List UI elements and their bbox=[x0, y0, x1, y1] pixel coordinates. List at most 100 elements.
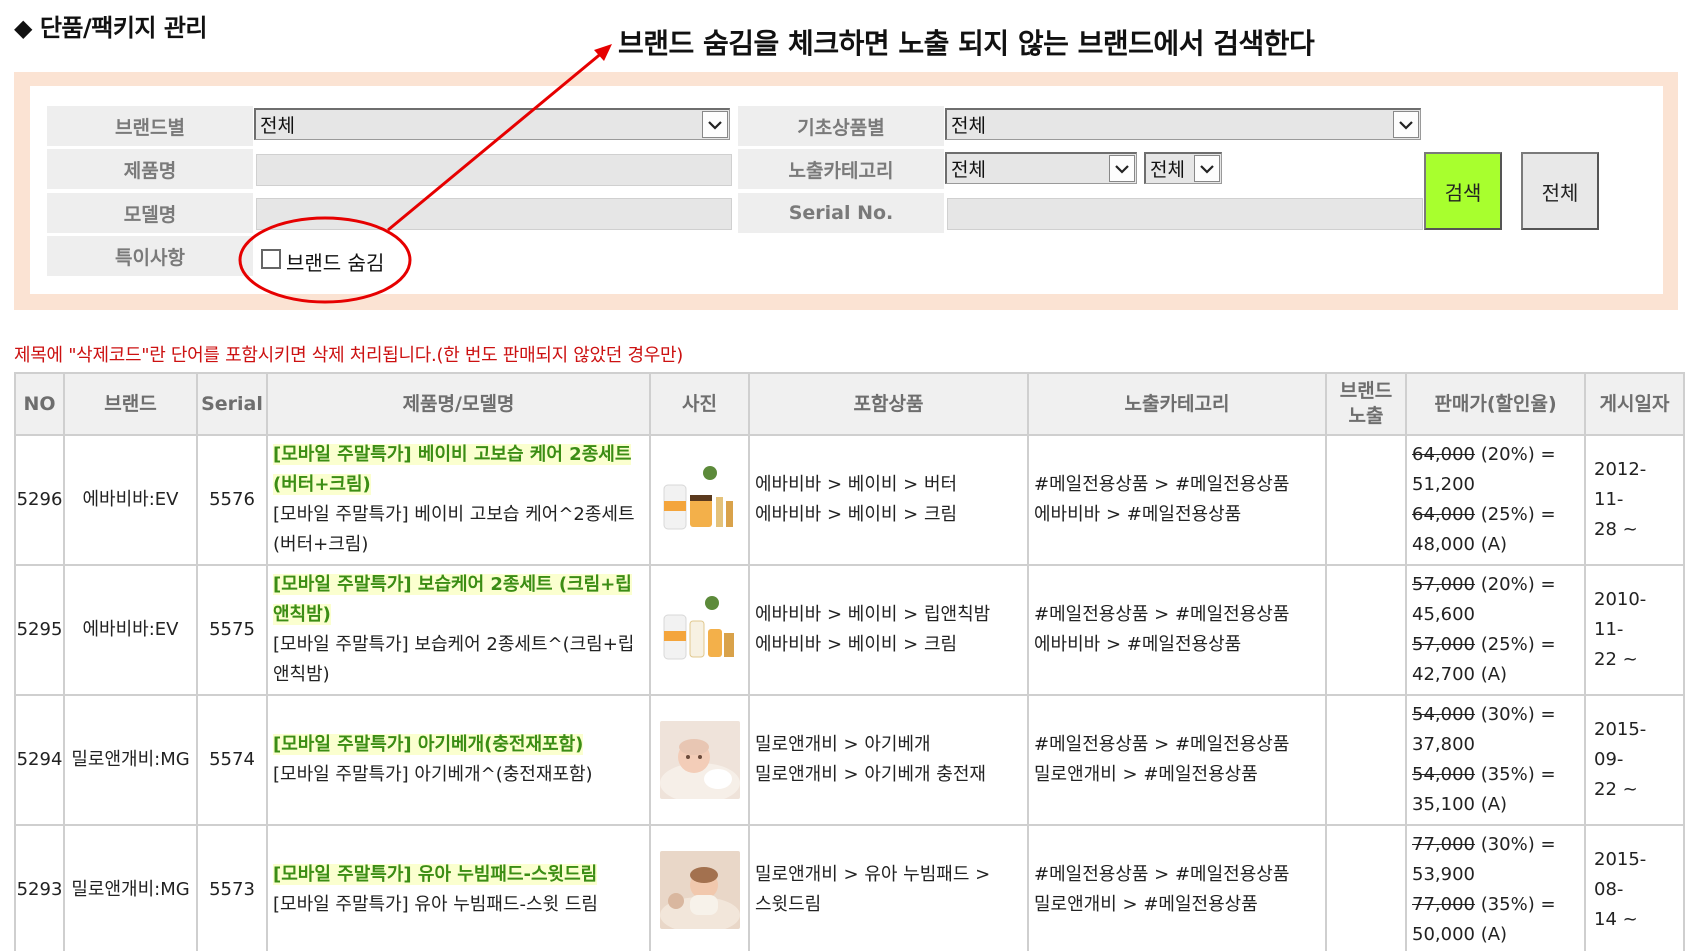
product-thumbnail[interactable] bbox=[659, 851, 740, 929]
included-item: 에바비바 > 베이비 > 립앤칙밤 bbox=[755, 604, 991, 625]
included-item: 밀로앤개비 > 아기베개 bbox=[755, 734, 931, 755]
original-price: 57,000 bbox=[1412, 574, 1475, 595]
exposure-category-select-1[interactable]: 전체 bbox=[945, 152, 1137, 184]
row-serial: 5573 bbox=[196, 824, 268, 951]
col-header-brand-exposure-line2: 노출 bbox=[1348, 405, 1384, 427]
search-button[interactable]: 검색 bbox=[1424, 152, 1502, 230]
col-header-brand-exposure-line1: 브랜드 bbox=[1339, 380, 1393, 402]
row-name-cell: [모바일 주말특가] 유아 누빔패드-스윗드림 [모바일 주말특가] 유아 누빔… bbox=[266, 824, 651, 951]
product-thumbnail[interactable] bbox=[659, 591, 740, 669]
sale-price: 50,000 (A) bbox=[1412, 924, 1508, 945]
chevron-down-icon[interactable] bbox=[1109, 155, 1135, 182]
row-posted: 2010-11- 22 ~ bbox=[1584, 564, 1685, 696]
posted-date-suffix: 14 ~ bbox=[1594, 909, 1638, 930]
table-row[interactable]: 5293 밀로앤개비:MG 5573 [모바일 주말특가] 유아 누빔패드-스윗… bbox=[14, 824, 1685, 951]
hide-brand-label[interactable]: 브랜드 숨김 bbox=[286, 247, 384, 276]
row-name-cell: [모바일 주말특가] 보습케어 2종세트 (크림+립앤칙밤) [모바일 주말특가… bbox=[266, 564, 651, 696]
exposure-category-select-2[interactable]: 전체 bbox=[1144, 152, 1222, 184]
original-price: 77,000 bbox=[1412, 834, 1475, 855]
included-item: 에바비바 > 베이비 > 크림 bbox=[755, 634, 958, 655]
table-header-row: NO 브랜드 Serial 제품명/모델명 사진 포함상품 노출카테고리 브랜드… bbox=[14, 372, 1685, 436]
serial-no-label: Serial No. bbox=[738, 193, 944, 233]
original-price: 54,000 bbox=[1412, 704, 1475, 725]
posted-date-suffix: 22 ~ bbox=[1594, 779, 1638, 800]
original-price: 64,000 bbox=[1412, 444, 1475, 465]
row-no: 5295 bbox=[14, 564, 65, 696]
model-name-input[interactable] bbox=[256, 198, 732, 230]
table-row[interactable]: 5295 에바비바:EV 5575 [모바일 주말특가] 보습케어 2종세트 (… bbox=[14, 564, 1685, 696]
row-no: 5296 bbox=[14, 434, 65, 566]
sale-price: 45,600 bbox=[1412, 604, 1475, 625]
original-price: 54,000 bbox=[1412, 764, 1475, 785]
product-name-label: 제품명 bbox=[47, 149, 253, 189]
product-name-link[interactable]: [모바일 주말특가] 보습케어 2종세트 (크림+립앤칙밤) bbox=[273, 574, 632, 625]
product-name-link[interactable]: [모바일 주말특가] 아기베개(충전재포함) bbox=[273, 734, 584, 755]
posted-date: 2015-09- bbox=[1594, 719, 1647, 770]
row-brand-exposure bbox=[1325, 434, 1407, 566]
model-name: [모바일 주말특가] 유아 누빔패드-스윗 드림 bbox=[273, 894, 598, 915]
category-item: 에바비바 > #메일전용상품 bbox=[1034, 504, 1242, 525]
row-serial: 5574 bbox=[196, 694, 268, 826]
row-posted: 2015-08- 14 ~ bbox=[1584, 824, 1685, 951]
posted-date-suffix: 22 ~ bbox=[1594, 649, 1638, 670]
col-header-no: NO bbox=[14, 372, 65, 436]
chevron-down-icon[interactable] bbox=[1393, 111, 1419, 138]
col-header-name: 제품명/모델명 bbox=[266, 372, 651, 436]
row-brand-exposure bbox=[1325, 564, 1407, 696]
category-item: 밀로앤개비 > #메일전용상품 bbox=[1034, 894, 1258, 915]
posted-date: 2010-11- bbox=[1594, 589, 1647, 640]
model-name: [모바일 주말특가] 베이비 고보습 케어^2종세트 (버터+크림) bbox=[273, 504, 635, 555]
base-product-filter-label: 기초상품별 bbox=[738, 106, 944, 146]
product-thumbnail[interactable] bbox=[659, 461, 740, 539]
sale-price: 35,100 (A) bbox=[1412, 794, 1508, 815]
row-included: 에바비바 > 베이비 > 버터 에바비바 > 베이비 > 크림 bbox=[748, 434, 1029, 566]
base-product-select[interactable]: 전체 bbox=[945, 108, 1421, 140]
product-name-link[interactable]: [모바일 주말특가] 베이비 고보습 케어 2종세트 (버터+크림) bbox=[273, 444, 632, 495]
delete-code-notice: 제목에 "삭제코드"란 단어를 포함시키면 삭제 처리됩니다.(한 번도 판매되… bbox=[14, 345, 683, 366]
base-product-select-value: 전체 bbox=[951, 115, 986, 137]
row-brand-exposure bbox=[1325, 694, 1407, 826]
row-photo-cell bbox=[649, 694, 750, 826]
hide-brand-checkbox[interactable] bbox=[261, 249, 281, 269]
col-header-posted: 게시일자 bbox=[1584, 372, 1685, 436]
row-category: #메일전용상품 > #메일전용상품에바비바 > #메일전용상품 bbox=[1027, 434, 1327, 566]
discount-rate: (35%) = bbox=[1474, 764, 1556, 785]
product-name-input[interactable] bbox=[256, 154, 732, 186]
table-row[interactable]: 5296 에바비바:EV 5576 [모바일 주말특가] 베이비 고보습 케어 … bbox=[14, 434, 1685, 566]
row-brand: 밀로앤개비:MG bbox=[63, 824, 198, 951]
row-brand-exposure bbox=[1325, 824, 1407, 951]
row-brand: 밀로앤개비:MG bbox=[63, 694, 198, 826]
page-title: ◆ 단품/팩키지 관리 bbox=[14, 14, 208, 42]
col-header-included: 포함상품 bbox=[748, 372, 1029, 436]
col-header-brand-exposure: 브랜드노출 bbox=[1325, 372, 1407, 436]
category-item: #메일전용상품 > #메일전용상품 bbox=[1034, 474, 1290, 495]
model-name: [모바일 주말특가] 아기베개^(충전재포함) bbox=[273, 764, 593, 785]
row-posted: 2015-09- 22 ~ bbox=[1584, 694, 1685, 826]
row-no: 5294 bbox=[14, 694, 65, 826]
discount-rate: (30%) = bbox=[1474, 704, 1556, 725]
serial-no-input[interactable] bbox=[947, 198, 1423, 230]
row-photo-cell bbox=[649, 824, 750, 951]
chevron-down-icon[interactable] bbox=[702, 111, 728, 138]
product-thumbnail[interactable] bbox=[659, 721, 740, 799]
sale-price: 53,900 bbox=[1412, 864, 1475, 885]
row-name-cell: [모바일 주말특가] 아기베개(충전재포함) [모바일 주말특가] 아기베개^(… bbox=[266, 694, 651, 826]
table-row[interactable]: 5294 밀로앤개비:MG 5574 [모바일 주말특가] 아기베개(충전재포함… bbox=[14, 694, 1685, 826]
brand-select[interactable]: 전체 bbox=[254, 108, 730, 140]
included-item: 밀로앤개비 > 유아 누빔패드 > bbox=[755, 864, 991, 885]
chevron-down-icon[interactable] bbox=[1194, 155, 1220, 182]
discount-rate: (35%) = bbox=[1474, 894, 1556, 915]
sale-price: 51,200 bbox=[1412, 474, 1475, 495]
col-header-photo: 사진 bbox=[649, 372, 750, 436]
product-name-link[interactable]: [모바일 주말특가] 유아 누빔패드-스윗드림 bbox=[273, 864, 598, 885]
reset-all-button[interactable]: 전체 bbox=[1521, 152, 1599, 230]
row-name-cell: [모바일 주말특가] 베이비 고보습 케어 2종세트 (버터+크림) [모바일 … bbox=[266, 434, 651, 566]
row-price: 57,000 (20%) = 45,600 57,000 (25%) = 42,700… bbox=[1405, 564, 1586, 696]
original-price: 64,000 bbox=[1412, 504, 1475, 525]
brand-select-value: 전체 bbox=[260, 115, 295, 137]
row-category: #메일전용상품 > #메일전용상품 밀로앤개비 > #메일전용상품 bbox=[1027, 824, 1327, 951]
included-item: 에바비바 > 베이비 > 크림 bbox=[755, 504, 958, 525]
col-header-brand: 브랜드 bbox=[63, 372, 198, 436]
row-posted: 2012-11- 28 ~ bbox=[1584, 434, 1685, 566]
row-included: 밀로앤개비 > 유아 누빔패드 > 스윗드림 bbox=[748, 824, 1029, 951]
